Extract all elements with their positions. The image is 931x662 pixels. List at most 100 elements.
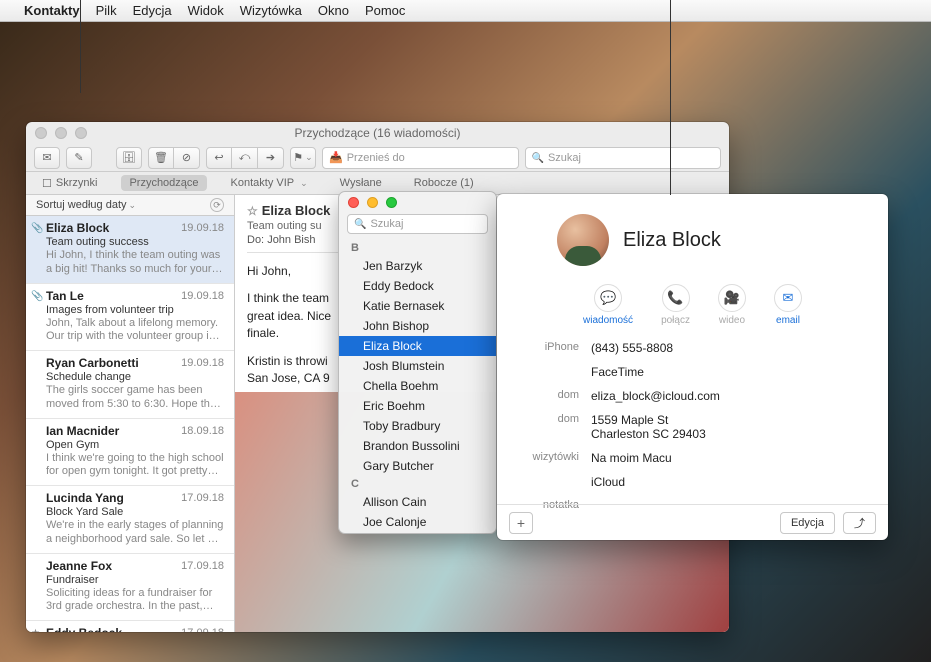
- mail-search-field[interactable]: Szukaj: [525, 147, 722, 169]
- message-from: Lucinda Yang: [46, 491, 124, 505]
- star-icon: ★: [31, 628, 40, 632]
- tab-drafts[interactable]: Robocze (1): [406, 175, 482, 191]
- message-subject: Schedule change: [46, 371, 224, 383]
- field-value[interactable]: 1559 Maple St Charleston SC 29403: [591, 413, 864, 441]
- contact-row[interactable]: Gary Butcher: [339, 456, 496, 476]
- reply-button[interactable]: ↩: [206, 147, 232, 169]
- message-date: 17.09.18: [181, 627, 224, 632]
- move-to-field[interactable]: 📥 Przenieś do: [322, 147, 519, 169]
- reader-from: Eliza Block: [262, 203, 331, 218]
- message-subject: Block Yard Sale: [46, 506, 224, 518]
- archive-button[interactable]: 🗄: [116, 147, 142, 169]
- menu-view[interactable]: Widok: [188, 3, 224, 18]
- field-value[interactable]: (843) 555-8808: [591, 341, 864, 355]
- avatar[interactable]: [557, 214, 609, 266]
- call-action[interactable]: 📞połącz: [661, 284, 690, 326]
- zoom-icon[interactable]: [75, 127, 87, 139]
- menu-app[interactable]: Kontakty: [24, 3, 80, 18]
- refresh-icon[interactable]: ⟳: [210, 198, 224, 212]
- video-icon: 🎥: [718, 284, 746, 312]
- phone-icon: 📞: [662, 284, 690, 312]
- contact-row[interactable]: Chella Boehm: [339, 376, 496, 396]
- forward-button[interactable]: ➔: [258, 147, 284, 169]
- message-date: 19.09.18: [181, 357, 224, 369]
- field-value[interactable]: FaceTime: [591, 365, 864, 379]
- flag-button[interactable]: ⚑: [290, 147, 316, 169]
- message-from: Ryan Carbonetti: [46, 356, 139, 370]
- add-button[interactable]: +: [509, 512, 533, 534]
- section-header: B: [339, 240, 496, 256]
- message-preview: I think we're going to the high school f…: [46, 452, 224, 480]
- minimize-icon[interactable]: [55, 127, 67, 139]
- message-item[interactable]: Ian Macnider18.09.18Open GymI think we'r…: [26, 419, 234, 487]
- contact-row[interactable]: Josh Blumstein: [339, 356, 496, 376]
- contact-row[interactable]: Joe Calonje: [339, 512, 496, 532]
- contacts-search-field[interactable]: Szukaj: [347, 214, 488, 234]
- message-item[interactable]: 📎Eliza Block19.09.18Team outing successH…: [26, 216, 234, 284]
- menu-file[interactable]: Pilk: [96, 3, 117, 18]
- field-value[interactable]: iCloud: [591, 475, 864, 489]
- message-from: Eliza Block: [46, 221, 109, 235]
- menu-edit[interactable]: Edycja: [133, 3, 172, 18]
- minimize-icon[interactable]: [367, 197, 378, 208]
- message-from: Eddy Bedock: [46, 626, 122, 632]
- share-icon: ⤴: [854, 515, 865, 531]
- delete-button[interactable]: 🗑: [148, 147, 174, 169]
- compose-button[interactable]: ✎: [66, 147, 92, 169]
- contact-row[interactable]: Eddy Bedock: [339, 276, 496, 296]
- close-icon[interactable]: [348, 197, 359, 208]
- contact-row[interactable]: John Bishop: [339, 316, 496, 336]
- message-item[interactable]: Lucinda Yang17.09.18Block Yard SaleWe're…: [26, 486, 234, 554]
- sort-bar[interactable]: Sortuj według daty ⟳: [26, 195, 234, 216]
- close-icon[interactable]: [35, 127, 47, 139]
- field-label: [521, 365, 591, 379]
- field-label: wizytówki: [521, 451, 591, 465]
- message-item[interactable]: Ryan Carbonetti19.09.18Schedule changeTh…: [26, 351, 234, 419]
- message-preview: Hi John, I think the team outing was a b…: [46, 249, 224, 277]
- tab-sent[interactable]: Wysłane: [332, 175, 390, 191]
- message-item[interactable]: Jeanne Fox17.09.18FundraiserSoliciting i…: [26, 554, 234, 622]
- message-subject: Team outing success: [46, 236, 224, 248]
- email-action[interactable]: ✉email: [774, 284, 802, 326]
- message-preview: Soliciting ideas for a fundraiser for 3r…: [46, 587, 224, 615]
- reply-all-button[interactable]: ⤺: [232, 147, 258, 169]
- star-icon[interactable]: ☆: [247, 204, 258, 218]
- message-subject: Open Gym: [46, 439, 224, 451]
- message-item[interactable]: 📎Tan Le19.09.18Images from volunteer tri…: [26, 284, 234, 352]
- contact-field: domeliza_block@icloud.com: [521, 384, 864, 408]
- menu-window[interactable]: Okno: [318, 3, 349, 18]
- mail-titlebar: Przychodzące (16 wiadomości): [26, 122, 729, 144]
- field-value[interactable]: Na moim Macu: [591, 451, 864, 465]
- get-mail-button[interactable]: ✉: [34, 147, 60, 169]
- menu-card[interactable]: Wizytówka: [240, 3, 302, 18]
- contact-row[interactable]: Eric Boehm: [339, 396, 496, 416]
- edit-button[interactable]: Edycja: [780, 512, 835, 534]
- field-label: iPhone: [521, 341, 591, 355]
- field-value[interactable]: eliza_block@icloud.com: [591, 389, 864, 403]
- contact-row[interactable]: Eliza Block: [339, 336, 496, 356]
- message-list-pane: Sortuj według daty ⟳ 📎Eliza Block19.09.1…: [26, 195, 235, 632]
- attachment-icon: 📎: [31, 291, 43, 302]
- tab-vip[interactable]: Kontakty VIP: [223, 175, 316, 191]
- zoom-icon[interactable]: [386, 197, 397, 208]
- contact-row[interactable]: Toby Bradbury: [339, 416, 496, 436]
- contacts-search-placeholder: Szukaj: [370, 218, 403, 230]
- tab-mailboxes[interactable]: ☐Skrzynki: [34, 175, 105, 192]
- contact-field: dom1559 Maple St Charleston SC 29403: [521, 408, 864, 446]
- share-button[interactable]: ⤴: [843, 512, 876, 534]
- move-to-placeholder: Przenieś do: [347, 152, 405, 164]
- contact-row[interactable]: Jen Barzyk: [339, 256, 496, 276]
- field-label: dom: [521, 413, 591, 441]
- message-action[interactable]: 💬wiadomość: [583, 284, 633, 326]
- contact-actions: 💬wiadomość 📞połącz 🎥wideo ✉email: [497, 266, 888, 336]
- contact-row[interactable]: Katie Bernasek: [339, 296, 496, 316]
- message-item[interactable]: ★Eddy Bedock17.09.18Coming to TownHey, s…: [26, 621, 234, 632]
- mail-toolbar: ✉ ✎ 🗄 🗑 ⊘ ↩ ⤺ ➔ ⚑ 📥 Przenieś do Szukaj: [26, 144, 729, 172]
- contact-row[interactable]: Allison Cain: [339, 492, 496, 512]
- tab-inbox[interactable]: Przychodzące: [121, 175, 206, 191]
- video-action[interactable]: 🎥wideo: [718, 284, 746, 326]
- menu-help[interactable]: Pomoc: [365, 3, 405, 18]
- section-header: C: [339, 476, 496, 492]
- contact-row[interactable]: Brandon Bussolini: [339, 436, 496, 456]
- junk-button[interactable]: ⊘: [174, 147, 200, 169]
